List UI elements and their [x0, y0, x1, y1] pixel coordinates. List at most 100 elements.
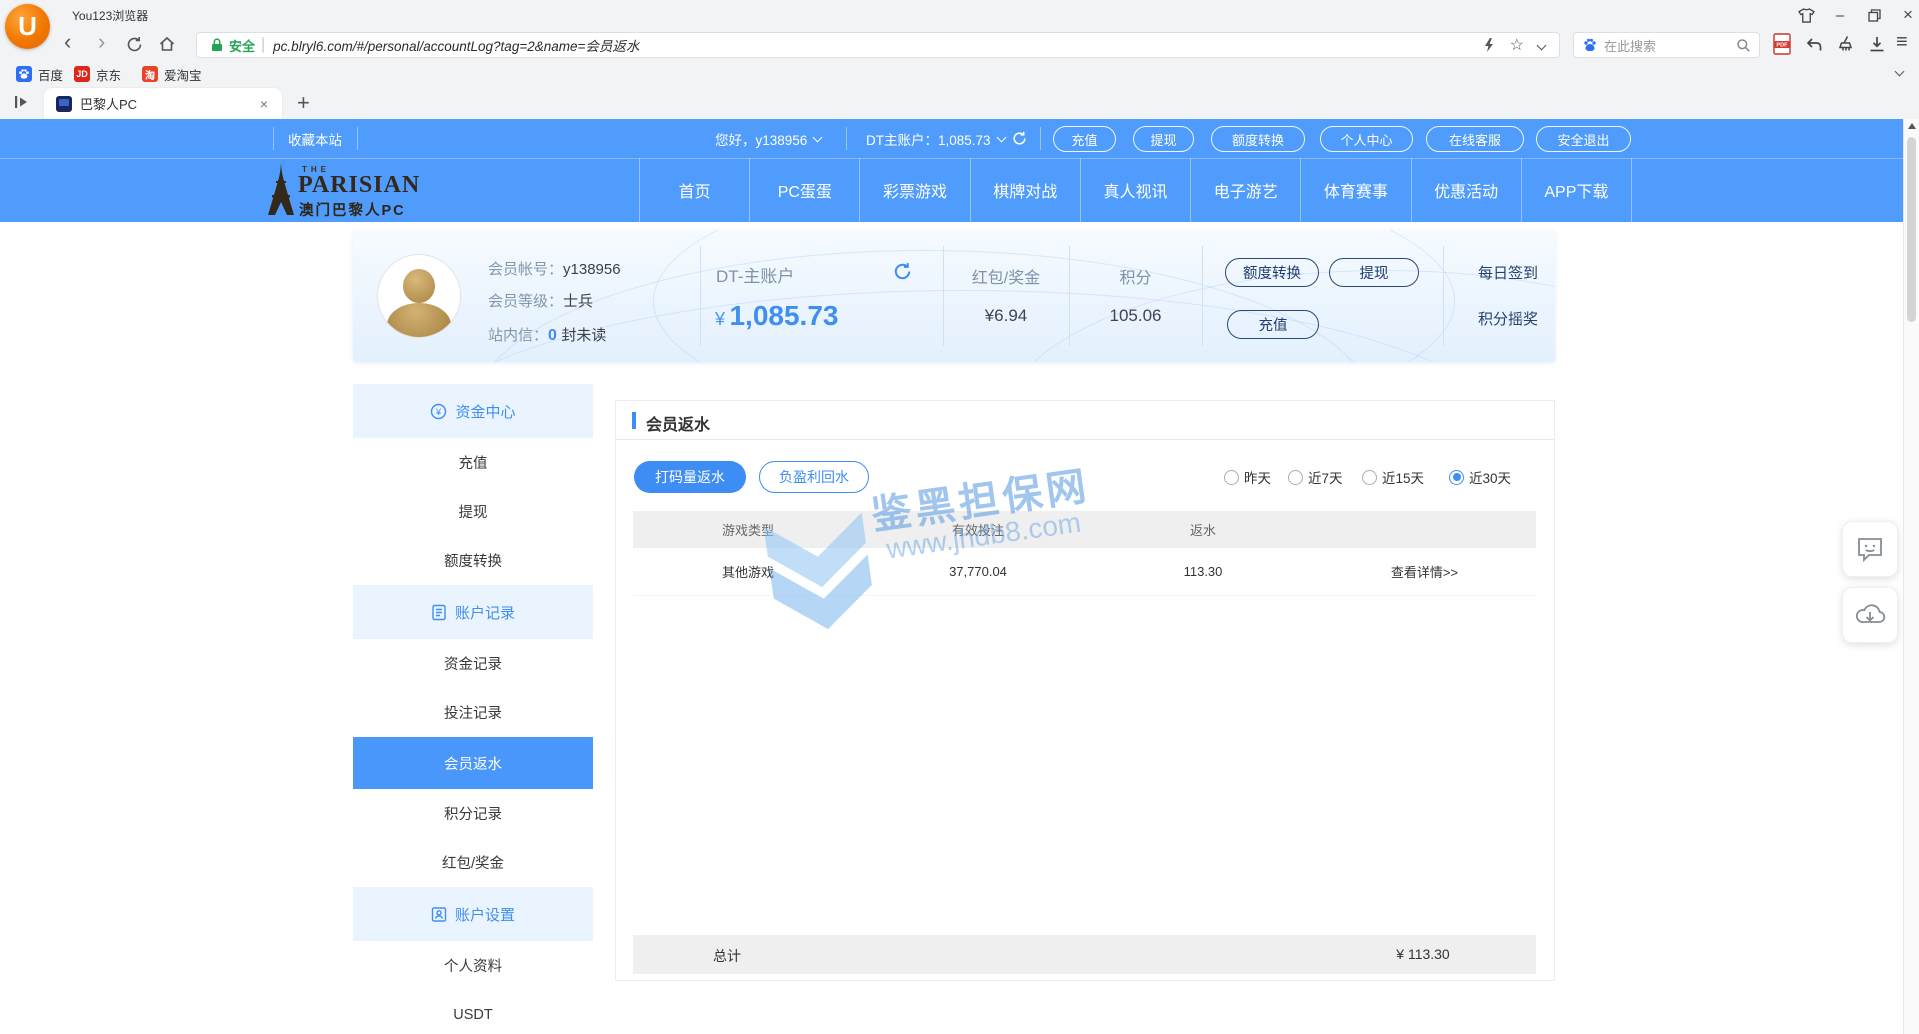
- back-button[interactable]: ‹: [64, 31, 71, 53]
- bookmarks-overflow-icon[interactable]: [1895, 67, 1905, 77]
- nav-pcdandan[interactable]: PC蛋蛋: [749, 158, 859, 222]
- nav-boardgames[interactable]: 棋牌对战: [970, 158, 1080, 222]
- url-text[interactable]: pc.blryl6.com/#/personal/accountLog?tag=…: [273, 35, 639, 55]
- home-button[interactable]: [158, 35, 176, 53]
- member-account-label: 会员帐号：: [488, 261, 563, 278]
- points-lottery-link[interactable]: 积分摇奖: [1459, 308, 1555, 329]
- restore-button[interactable]: [1861, 5, 1887, 25]
- tab-parisian[interactable]: 巴黎人PC ×: [44, 88, 282, 119]
- sidebar-item-personal-info[interactable]: 个人资料: [353, 941, 593, 990]
- col-valid-bet: 有效投注: [863, 511, 1093, 548]
- sidebar-item-member-rebate[interactable]: 会员返水: [353, 737, 593, 789]
- nav-lottery[interactable]: 彩票游戏: [859, 158, 969, 222]
- sidebar-item-bet-records[interactable]: 投注记录: [353, 688, 593, 737]
- currency-symbol: ¥: [715, 309, 725, 329]
- sidebar-item-deposit[interactable]: 充值: [353, 438, 593, 487]
- clean-brush-icon[interactable]: [1837, 35, 1855, 53]
- profile-card: 会员帐号：y138956 会员等级：士兵 站内信：0 封未读 DT-主账户 ¥ …: [353, 230, 1555, 362]
- topbar-personal-center-button[interactable]: 个人中心: [1320, 126, 1413, 152]
- bookmark-label: 百度: [38, 65, 63, 84]
- tab-close-icon[interactable]: ×: [260, 96, 268, 112]
- topbar-customer-service-button[interactable]: 在线客服: [1426, 126, 1524, 152]
- nav-app-download[interactable]: APP下载: [1521, 158, 1632, 222]
- col-game-type: 游戏类型: [633, 511, 863, 548]
- member-rebate-panel: 会员返水 打码量返水 负盈利回水 昨天 近7天 近15天 近30天 游戏类型 有…: [615, 400, 1555, 981]
- radio-label: 近7天: [1308, 467, 1343, 487]
- topbar-logout-button[interactable]: 安全退出: [1536, 126, 1631, 152]
- page-title: 会员返水: [646, 411, 710, 435]
- inbox-row[interactable]: 站内信：0 封未读: [488, 324, 606, 345]
- inbox-label: 站内信：: [488, 327, 548, 344]
- withdraw-button[interactable]: 提现: [1329, 258, 1419, 287]
- forward-button[interactable]: ›: [98, 31, 105, 53]
- refresh-button[interactable]: [126, 36, 143, 53]
- sidebar-item-transfer[interactable]: 额度转换: [353, 536, 593, 585]
- site-logo[interactable]: [266, 162, 296, 216]
- theme-skin-icon[interactable]: [1793, 5, 1819, 25]
- sidebar-item-usdt[interactable]: USDT: [353, 990, 593, 1034]
- topbar-deposit-button[interactable]: 充值: [1053, 126, 1116, 152]
- favorite-site-link[interactable]: 收藏本站: [273, 119, 357, 158]
- user-greeting[interactable]: 您好，y138956: [715, 119, 821, 158]
- nav-promos[interactable]: 优惠活动: [1411, 158, 1521, 222]
- radio-circle: [1288, 470, 1303, 485]
- sidebar-item-fund-records[interactable]: 资金记录: [353, 639, 593, 688]
- nav-sports[interactable]: 体育赛事: [1300, 158, 1410, 222]
- menu-icon[interactable]: ≡: [1896, 31, 1908, 54]
- logo-main: PARISIAN: [298, 172, 420, 199]
- avatar[interactable]: [377, 254, 461, 338]
- lightning-icon[interactable]: [1482, 37, 1496, 53]
- daily-signin-link[interactable]: 每日签到: [1459, 262, 1555, 283]
- address-bar[interactable]: 安全 | pc.blryl6.com/#/personal/accountLog…: [196, 32, 1560, 58]
- refresh-balance-icon[interactable]: [1012, 131, 1027, 146]
- sidebar-item-points-records[interactable]: 积分记录: [353, 789, 593, 838]
- nav-live[interactable]: 真人视讯: [1080, 158, 1190, 222]
- points-value: 105.06: [1069, 306, 1202, 326]
- bookmark-taobao[interactable]: 淘 爱淘宝: [142, 64, 202, 84]
- cell-valid-bet: 37,770.04: [863, 548, 1093, 595]
- radio-last15days[interactable]: 近15天: [1362, 467, 1424, 487]
- sidebar-header-records: 账户记录: [353, 585, 593, 639]
- topbar-transfer-button[interactable]: 额度转换: [1211, 126, 1305, 152]
- ledger-icon: [431, 604, 447, 621]
- inbox-suffix: 封未读: [561, 327, 606, 344]
- baidu-icon: [1582, 37, 1598, 53]
- nav-home[interactable]: 首页: [639, 158, 749, 222]
- tab-panel-icon[interactable]: [14, 94, 31, 110]
- new-tab-button[interactable]: +: [297, 90, 310, 116]
- topbar-withdraw-button[interactable]: 提现: [1133, 126, 1194, 152]
- minimize-button[interactable]: –: [1827, 5, 1853, 25]
- refresh-wallet-icon[interactable]: [893, 262, 912, 281]
- radio-last30days[interactable]: 近30天: [1449, 467, 1511, 487]
- customer-service-float-button[interactable]: [1842, 521, 1898, 577]
- browser-window: U You123浏览器 – × ‹ › 安全 | pc.blryl6.com/#…: [0, 0, 1919, 1034]
- search-icon[interactable]: [1736, 38, 1751, 53]
- tab-netloss-rebate[interactable]: 负盈利回水: [759, 461, 869, 493]
- browser-search-box[interactable]: 在此搜索: [1573, 32, 1760, 58]
- security-label: 安全: [229, 36, 255, 55]
- page-scrollbar[interactable]: [1903, 119, 1919, 1034]
- deposit-button[interactable]: 充值: [1227, 310, 1319, 339]
- app-download-float-button[interactable]: [1842, 587, 1898, 643]
- scrollbar-thumb[interactable]: [1907, 137, 1916, 322]
- radio-last7days[interactable]: 近7天: [1288, 467, 1343, 487]
- browser-logo[interactable]: U: [5, 4, 50, 49]
- taobao-icon: 淘: [142, 66, 158, 82]
- view-details-link[interactable]: 查看详情>>: [1313, 548, 1536, 595]
- nav-slots[interactable]: 电子游艺: [1190, 158, 1300, 222]
- scrollbar-up-arrow[interactable]: [1908, 123, 1916, 129]
- download-icon[interactable]: [1869, 36, 1885, 53]
- bookmark-jd[interactable]: JD 京东: [74, 64, 121, 84]
- address-dropdown-icon[interactable]: [1537, 40, 1547, 50]
- save-pdf-icon[interactable]: PDF: [1772, 33, 1792, 57]
- sidebar-item-withdraw[interactable]: 提现: [353, 487, 593, 536]
- main-wallet-summary[interactable]: DT主账户：1,085.73: [866, 119, 1027, 158]
- transfer-button[interactable]: 额度转换: [1225, 258, 1319, 287]
- radio-yesterday[interactable]: 昨天: [1224, 467, 1271, 487]
- sidebar-item-bonus[interactable]: 红包/奖金: [353, 838, 593, 887]
- bookmark-star-icon[interactable]: ☆: [1510, 35, 1524, 55]
- close-window-button[interactable]: ×: [1895, 5, 1919, 25]
- undo-icon[interactable]: [1805, 37, 1823, 53]
- bookmark-baidu[interactable]: 百度: [16, 64, 63, 84]
- tab-turnover-rebate[interactable]: 打码量返水: [634, 461, 746, 493]
